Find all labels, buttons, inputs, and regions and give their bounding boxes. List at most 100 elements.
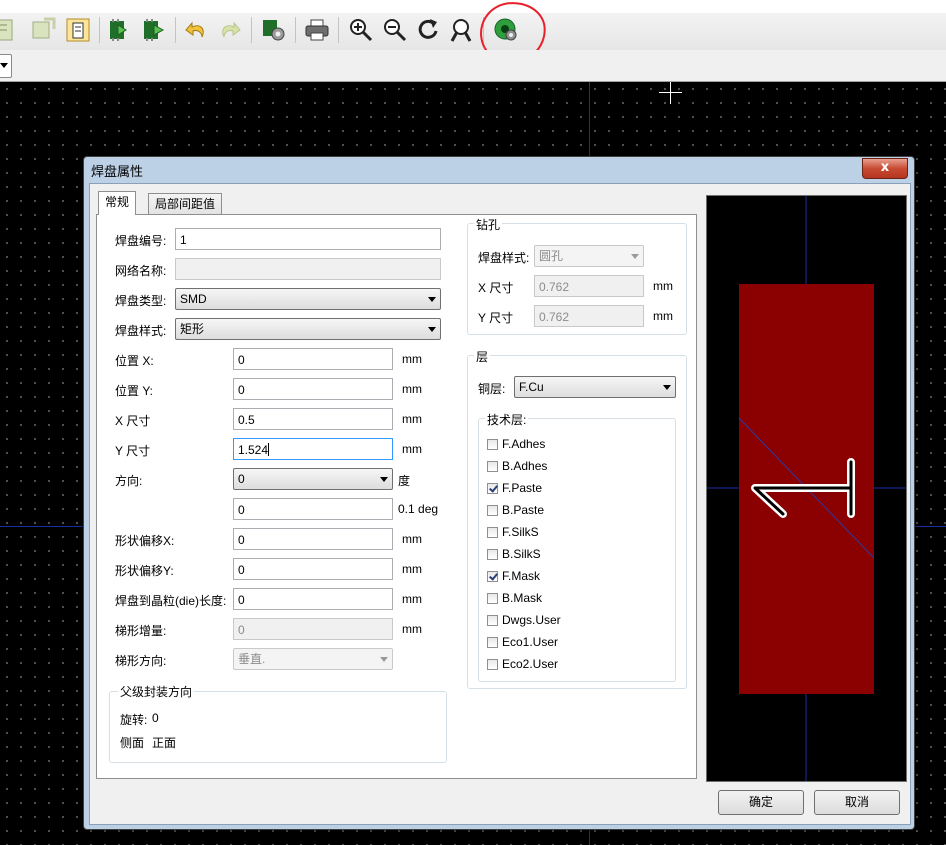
zoom-fit-icon[interactable] [448,16,476,44]
parent-orientation-group: 父级封装方向 旋转: 0 侧面 正面 [109,683,447,763]
drill-shape-select[interactable]: 圆孔 [534,245,644,267]
checkbox-unchecked-icon[interactable] [487,461,498,472]
zoom-out-icon[interactable] [381,16,409,44]
pos-x-label: 位置 X: [115,354,154,368]
pos-y-input[interactable]: 0 [233,378,393,400]
tab-general[interactable]: 常规 [98,191,137,215]
dialog-body: 常规 局部间距值 焊盘编号: 1 网络名称: 焊盘类型: SMD 焊盘样式: 矩… [89,183,911,825]
insert-footprint-icon[interactable] [106,16,134,44]
tech-layer-checkbox[interactable]: B.Mask [487,591,542,607]
cursor-crosshair-icon [659,92,682,93]
pad-shape-select[interactable]: 矩形 [175,318,441,340]
trap-dir-value: 垂直. [238,652,266,666]
close-button[interactable]: x [862,158,908,179]
checkbox-unchecked-icon[interactable] [487,615,498,626]
orientation-value: 0 [238,472,245,486]
tech-layer-checkbox[interactable]: F.Adhes [487,437,545,453]
side-label: 侧面 [120,736,145,750]
tech-layer-checkbox[interactable]: F.Mask [487,569,540,585]
tech-layer-checkbox[interactable]: B.Adhes [487,459,547,475]
tech-layer-label: B.Paste [502,503,545,517]
drill-y-input[interactable]: 0.762 [534,305,644,327]
tech-layer-checkbox[interactable]: F.Paste [487,481,542,497]
cursor-crosshair-icon [670,82,671,104]
tech-layer-checkbox[interactable]: Eco2.User [487,657,558,673]
checkbox-unchecked-icon[interactable] [487,593,498,604]
tech-layer-checkbox[interactable]: Eco1.User [487,635,558,651]
orientation-select[interactable]: 0 [233,468,393,490]
pad-shape-label: 焊盘样式: [115,324,167,338]
undo-icon[interactable] [182,16,210,44]
tech-layers-group: 技术层: F.Adhes B.Adhes F.Paste B.Paste F.SilkS… [478,411,676,682]
drill-x-input[interactable]: 0.762 [534,275,644,297]
trap-delta-unit: mm [402,622,422,636]
tech-layer-label: Eco1.User [502,635,559,649]
checkbox-unchecked-icon[interactable] [487,439,498,450]
offset-y-input[interactable]: 0 [233,558,393,580]
drill-y-unit: mm [653,309,673,323]
size-x-label: X 尺寸 [115,414,151,428]
tech-layer-label: F.Paste [502,481,543,495]
offset-x-input[interactable]: 0 [233,528,393,550]
redo-icon[interactable] [216,16,244,44]
size-x-input[interactable]: 0.5 [233,408,393,430]
tech-layer-label: F.SilkS [502,525,539,539]
toolbar-separator [338,17,339,43]
drill-y-label: Y 尺寸 [478,311,514,325]
rotation-value: 0 [152,711,159,725]
net-name-input[interactable] [175,258,441,280]
ok-button[interactable]: 确定 [718,790,804,815]
checkbox-unchecked-icon[interactable] [487,637,498,648]
pos-x-input[interactable]: 0 [233,348,393,370]
trap-delta-input[interactable]: 0 [233,618,393,640]
orientation-unit: 度 [398,474,411,488]
pad-number-input[interactable]: 1 [175,228,441,250]
toolbar-combo[interactable] [0,54,12,78]
tech-layer-checkbox[interactable]: F.SilkS [487,525,539,541]
tech-layer-checkbox[interactable]: Dwgs.User [487,613,561,629]
secondary-toolbar [0,50,946,82]
copper-layer-value: F.Cu [519,380,544,394]
drill-group: 钻孔 焊盘样式: 圆孔 X 尺寸 0.762 mm Y 尺寸 0.762 mm [467,216,687,335]
checkbox-unchecked-icon[interactable] [487,549,498,560]
save-footprint-icon[interactable] [140,16,168,44]
checkbox-checked-icon[interactable] [487,483,498,494]
size-y-input[interactable]: 1.524 [233,438,393,460]
offset-y-label: 形状偏移Y: [115,564,174,578]
checkbox-unchecked-icon[interactable] [487,505,498,516]
size-y-value: 1.524 [238,443,269,457]
orientation-custom-input[interactable]: 0 [233,498,393,520]
tech-layer-label: Eco2.User [502,657,559,671]
tech-layer-checkbox[interactable]: B.Paste [487,503,544,519]
trap-delta-label: 梯形增量: [115,624,167,638]
size-x-unit: mm [402,412,422,426]
checkbox-checked-icon[interactable] [487,571,498,582]
zoom-in-icon[interactable] [347,16,375,44]
update-footprint-icon[interactable] [30,16,58,44]
trap-dir-label: 梯形方向: [115,654,167,668]
pos-y-unit: mm [402,382,422,396]
tab-local-clearance[interactable]: 局部间距值 [148,193,223,215]
cancel-button[interactable]: 取消 [814,790,900,815]
library-settings-icon[interactable] [260,16,288,44]
trap-dir-select[interactable]: 垂直. [233,648,393,670]
rotation-label: 旋转: [120,713,148,727]
tech-layer-label: B.Mask [502,591,543,605]
checkbox-unchecked-icon[interactable] [487,659,498,670]
chevron-down-icon [663,385,671,390]
pad-type-label: 焊盘类型: [115,294,167,308]
dialog-title: 焊盘属性 [91,164,144,179]
checkbox-unchecked-icon[interactable] [487,527,498,538]
print-icon[interactable] [303,16,331,44]
redraw-icon[interactable] [415,16,443,44]
die-length-input[interactable]: 0 [233,588,393,610]
chevron-down-icon [428,327,436,332]
pad-type-select[interactable]: SMD [175,288,441,310]
tech-layer-checkbox[interactable]: B.SilkS [487,547,541,563]
load-footprint-icon[interactable] [0,16,18,44]
pos-y-label: 位置 Y: [115,384,154,398]
drill-x-unit: mm [653,279,673,293]
footprint-properties-icon[interactable] [64,16,92,44]
pos-x-unit: mm [402,352,422,366]
copper-layer-select[interactable]: F.Cu [514,376,676,398]
